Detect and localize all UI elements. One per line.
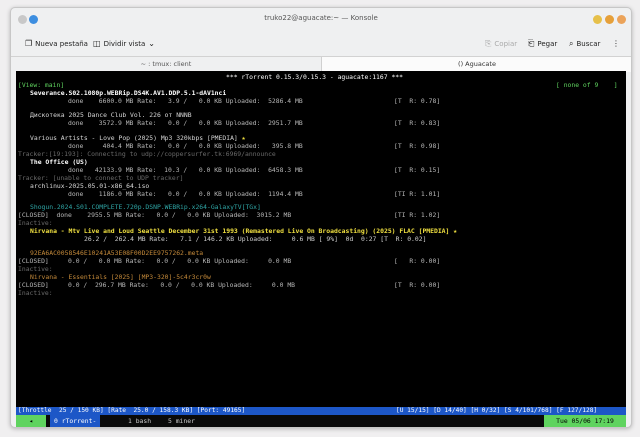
status-right: [U 15/15] [D 14/40] [H 0/32] [S 4/101/76… [396, 407, 598, 414]
torrent-info: done 42133.9 MB Rate: 10.3 / 0.0 KB Uplo… [68, 166, 303, 174]
view-label: [View: main] [18, 81, 65, 89]
torrent-info: done 404.4 MB Rate: 0.0 / 0.0 KB Uploade… [68, 142, 303, 150]
menu-button[interactable]: ⋮ [612, 38, 620, 50]
torrent-ratio: [T R: 0.98] [394, 142, 441, 150]
hamburger-menu-icon: ⋮ [612, 39, 620, 48]
tab-aguacate[interactable]: () Aguacate [321, 57, 631, 72]
paste-button[interactable]: ⎗ Pegar [528, 38, 557, 50]
torrent-info: done 3572.9 MB Rate: 0.0 / 0.0 KB Upload… [68, 119, 303, 127]
torrent-ratio: [T R: 0.78] [394, 97, 441, 105]
tmux-window-1[interactable]: 1 bash [128, 415, 151, 427]
terminal[interactable]: *** rTorrent 0.15.3/0.15.3 - aguacate:11… [16, 71, 626, 415]
torrent-info: [CLOSED] 0.0 / 0.0 MB Rate: 0.0 / 0.0 KB… [18, 257, 292, 265]
torrent-name[interactable]: Nirvana - Essentials [2025] [MP3-320]-5c… [30, 273, 211, 281]
status-left: [Throttle 25 / 150 KB] [Rate 25.0 / 158.… [18, 407, 246, 414]
torrent-ratio: [TI R: 1.01] [394, 190, 441, 198]
maximize-button[interactable] [605, 15, 614, 24]
rtorrent-status-bar: [Throttle 25 / 150 KB] [Rate 25.0 / 158.… [16, 407, 626, 415]
torrent-name[interactable]: Shogun.2024.S01.COMPLETE.720p.DSNP.WEBRi… [30, 203, 261, 211]
torrent-ratio: [T R: 0.15] [394, 166, 441, 174]
split-view-icon: ◫ [93, 39, 101, 48]
konsole-window: truko22@aguacate:~ — Konsole ❐ Nueva pes… [10, 7, 632, 428]
copy-button[interactable]: ⎘ Copiar [485, 38, 517, 50]
tmux-session-icon: ◂ [16, 415, 46, 427]
inactive-label: Inactive: [18, 289, 53, 297]
split-view-button[interactable]: ◫ Dividir vista ⌄ [93, 38, 155, 50]
torrent-info: done 6600.0 MB Rate: 3.9 / 0.0 KB Upload… [68, 97, 303, 105]
torrent-ratio: [ R: 0.00] [394, 257, 441, 265]
close-button[interactable] [617, 15, 626, 24]
torrent-info: [CLOSED] 0.0 / 296.7 MB Rate: 0.0 / 0.0 … [18, 281, 296, 289]
torrent-info: 26.2 / 262.4 MB Rate: 7.1 / 146.2 KB Upl… [84, 235, 427, 243]
torrent-ratio: [TI R: 1.02] [394, 211, 441, 219]
star-icon: ★ [453, 227, 458, 235]
torrent-name[interactable]: Дискотека 2025 Dance Club Vol. 226 от NN… [30, 111, 192, 119]
torrent-name-selected[interactable]: Nirvana - Mtv Live and Loud Seattle Dece… [30, 227, 457, 235]
title-bar[interactable]: truko22@aguacate:~ — Konsole [11, 8, 631, 32]
copy-icon: ⎘ [485, 39, 492, 48]
inactive-label: Inactive: [18, 265, 53, 273]
window-title: truko22@aguacate:~ — Konsole [264, 14, 378, 22]
tracker-message: Tracker: [unable to connect to UDP track… [18, 174, 184, 182]
torrent-name[interactable]: The Office (US) [30, 158, 88, 166]
torrent-name[interactable]: Severance.S02.1080p.WEBRip.DS4K.AV1.DDP.… [30, 89, 226, 97]
minimize-button[interactable] [593, 15, 602, 24]
tmux-clock: Tue 05/06 17:19 [544, 415, 626, 427]
search-button[interactable]: ⌕ Buscar [569, 38, 600, 50]
star-icon: ★ [241, 134, 246, 142]
rtorrent-header: *** rTorrent 0.15.3/0.15.3 - aguacate:11… [226, 73, 403, 81]
tab-bar: ~ : tmux: client () Aguacate [11, 56, 631, 72]
torrent-info: [CLOSED] done 2955.5 MB Rate: 0.0 / 0.0 … [18, 211, 292, 219]
chevron-down-icon: ⌄ [148, 39, 155, 48]
tracker-message: Tracker:[19:193]: Connecting to udp://co… [18, 150, 276, 158]
new-tab-icon: ❐ [25, 39, 33, 48]
torrent-info: done 1186.0 MB Rate: 0.0 / 0.0 KB Upload… [68, 190, 303, 198]
toolbar: ❐ Nueva pestaña ◫ Dividir vista ⌄ ⎘ Copi… [11, 32, 631, 56]
torrent-name[interactable]: Various Artists - Love Pop (2025) Mp3 32… [30, 134, 245, 142]
torrent-name[interactable]: archlinux-2025.05.01-x86_64.iso [30, 182, 149, 190]
torrent-ratio: [T R: 0.83] [394, 119, 441, 127]
torrent-name[interactable]: 92EA6AC0058546E10241A53E08F00D2EE9757262… [30, 249, 203, 257]
search-icon: ⌕ [569, 39, 574, 48]
tmux-window-2[interactable]: 5 miner [168, 415, 195, 427]
tmux-status-bar: ◂ 0 rTorrent- 1 bash 5 miner Tue 05/06 1… [16, 415, 626, 427]
torrent-ratio: [T R: 0.00] [394, 281, 441, 289]
tmux-window-0[interactable]: 0 rTorrent- [50, 415, 101, 427]
inactive-label: Inactive: [18, 219, 53, 227]
pager: [ none of 9 ] [556, 81, 618, 89]
paste-icon: ⎗ [528, 39, 535, 48]
new-tab-button[interactable]: ❐ Nueva pestaña [25, 38, 88, 50]
tab-tmux-client[interactable]: ~ : tmux: client [11, 57, 321, 72]
